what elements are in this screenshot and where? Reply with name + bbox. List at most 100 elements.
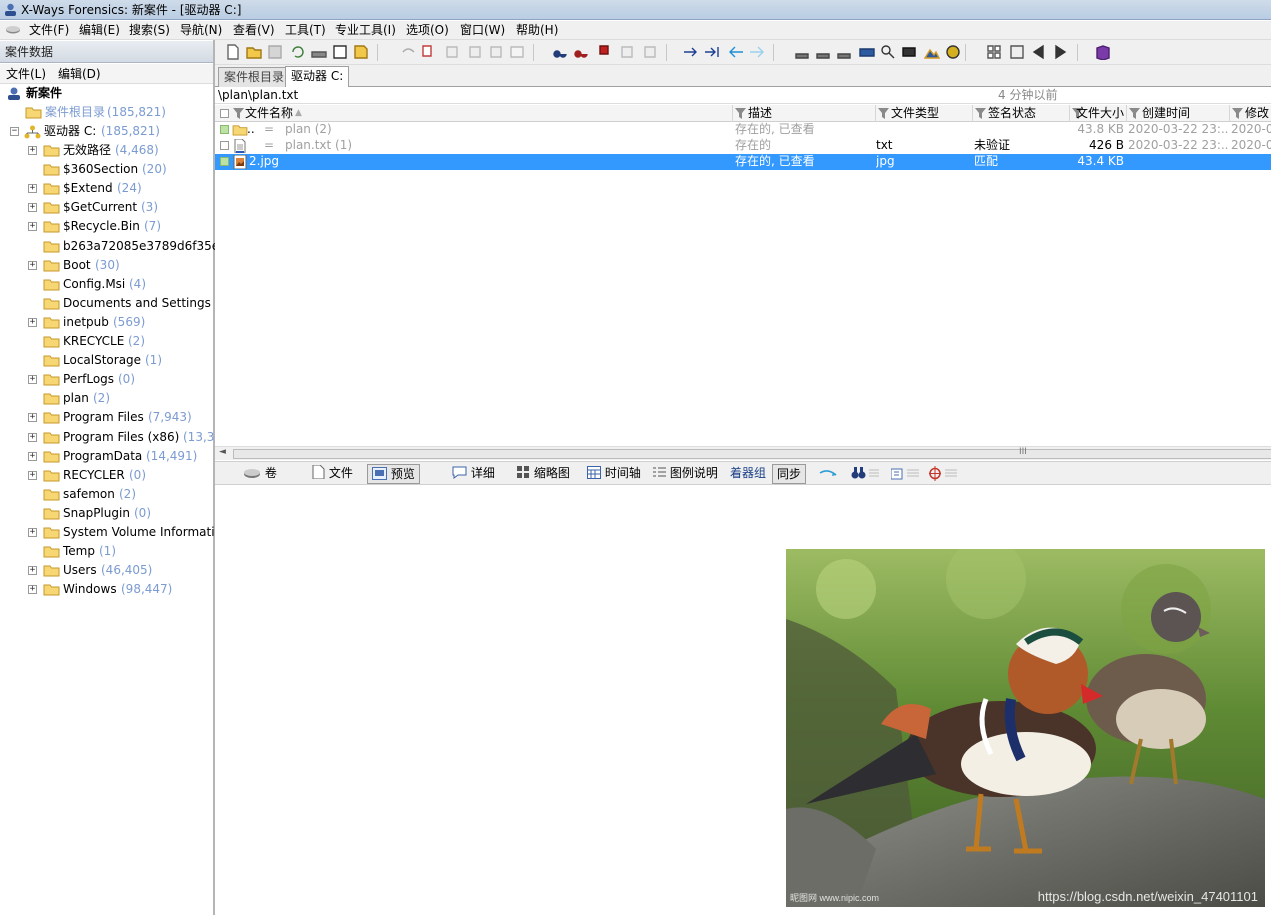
gallery-icon[interactable] bbox=[924, 44, 940, 60]
expand-toggle-icon[interactable]: + bbox=[28, 203, 37, 212]
case-menu-edit[interactable]: 编辑(D) bbox=[58, 66, 101, 82]
filter-icon[interactable] bbox=[1232, 108, 1243, 119]
select-all-checkbox[interactable] bbox=[220, 109, 229, 118]
new-file-icon[interactable] bbox=[225, 44, 241, 60]
tab-drive-c[interactable]: 驱动器 C: bbox=[285, 66, 350, 87]
sync-arrow-icon[interactable] bbox=[819, 468, 837, 480]
replace2-icon[interactable] bbox=[642, 44, 658, 60]
tool3-icon[interactable] bbox=[836, 44, 852, 60]
expand-toggle-icon[interactable]: + bbox=[28, 184, 37, 193]
expand-toggle-icon[interactable]: + bbox=[28, 222, 37, 231]
filter-icon[interactable] bbox=[735, 108, 746, 119]
tool1-icon[interactable] bbox=[794, 44, 810, 60]
table-row-selected[interactable]: 2.jpg 存在的, 已查看 jpg 匹配 43.4 KB bbox=[215, 154, 1271, 170]
expand-toggle-icon[interactable]: + bbox=[28, 261, 37, 270]
expand-toggle-icon[interactable]: + bbox=[28, 566, 37, 575]
collapse-toggle-icon[interactable]: − bbox=[10, 127, 19, 136]
filter-icon[interactable] bbox=[975, 108, 986, 119]
analyze-icon[interactable] bbox=[901, 44, 917, 60]
refresh-icon[interactable] bbox=[290, 44, 306, 60]
back-icon[interactable] bbox=[728, 44, 744, 60]
export-icon[interactable] bbox=[353, 44, 369, 60]
view-timeline-button[interactable]: 时间轴 bbox=[583, 464, 645, 484]
forward-icon[interactable] bbox=[749, 44, 765, 60]
find-text-icon[interactable] bbox=[552, 44, 568, 60]
col-filename[interactable]: 文件名称 ▲ bbox=[215, 105, 733, 122]
expand-toggle-icon[interactable]: + bbox=[28, 528, 37, 537]
filter-icon[interactable] bbox=[878, 108, 889, 119]
filter-icon[interactable] bbox=[1129, 108, 1140, 119]
expand-toggle-icon[interactable]: + bbox=[28, 433, 37, 442]
expand-toggle-icon[interactable]: + bbox=[28, 375, 37, 384]
target-icon[interactable] bbox=[929, 466, 959, 481]
open-icon[interactable] bbox=[246, 44, 262, 60]
scroll-thumb[interactable]: III bbox=[233, 447, 1271, 459]
copy-icon[interactable] bbox=[421, 44, 437, 60]
goto-icon[interactable] bbox=[683, 44, 699, 60]
menu-window[interactable]: 窗口(W) bbox=[460, 22, 505, 39]
case-menu-file[interactable]: 文件(L) bbox=[6, 66, 46, 82]
book-icon[interactable] bbox=[1095, 44, 1111, 60]
find-hex-icon[interactable] bbox=[573, 44, 589, 60]
goto-end-icon[interactable] bbox=[704, 44, 720, 60]
grid-icon[interactable] bbox=[986, 44, 1002, 60]
view-gallery-button[interactable]: 缩略图 bbox=[513, 464, 574, 484]
prev-icon[interactable] bbox=[1031, 44, 1047, 60]
menu-search[interactable]: 搜索(S) bbox=[129, 22, 170, 39]
expand-toggle-icon[interactable]: + bbox=[28, 146, 37, 155]
binary-icon[interactable] bbox=[509, 44, 525, 60]
expand-toggle-icon[interactable]: + bbox=[28, 471, 37, 480]
menu-view[interactable]: 查看(V) bbox=[233, 22, 275, 39]
menu-tools[interactable]: 工具(T) bbox=[285, 22, 326, 39]
menu-edit[interactable]: 编辑(E) bbox=[79, 22, 120, 39]
menu-navigate[interactable]: 导航(N) bbox=[180, 22, 222, 39]
undo-icon[interactable] bbox=[400, 44, 416, 60]
table-row[interactable]: .. = plan (2) 存在的, 已查看 43.8 KB 2020-03-2… bbox=[215, 122, 1271, 138]
replace-icon[interactable] bbox=[619, 44, 635, 60]
col-filesize[interactable]: 文件大小 bbox=[1070, 105, 1127, 122]
row-checkbox[interactable] bbox=[220, 141, 229, 150]
col-created[interactable]: 创建时间 bbox=[1127, 105, 1230, 122]
view-preview-button[interactable]: 预览 bbox=[367, 464, 420, 484]
view-legend-button[interactable]: 图例说明 bbox=[649, 464, 722, 484]
properties-icon[interactable] bbox=[332, 44, 348, 60]
expand-toggle-icon[interactable]: + bbox=[28, 318, 37, 327]
hash-settings-icon[interactable] bbox=[891, 466, 921, 481]
viewer-group-button[interactable]: 着器组 bbox=[726, 464, 770, 484]
paste-special-icon[interactable] bbox=[488, 44, 504, 60]
col-modified[interactable]: 修改 bbox=[1230, 105, 1271, 122]
col-signature[interactable]: 签名状态 bbox=[973, 105, 1070, 122]
next-icon[interactable] bbox=[1052, 44, 1068, 60]
sync-button[interactable]: 同步 bbox=[772, 464, 807, 484]
tool2-icon[interactable] bbox=[815, 44, 831, 60]
drive-menu-icon[interactable] bbox=[5, 25, 21, 35]
view-file-button[interactable]: 文件 bbox=[308, 464, 357, 484]
sync-icon[interactable] bbox=[945, 44, 961, 60]
menu-file[interactable]: 文件(F) bbox=[29, 22, 69, 39]
save-icon[interactable] bbox=[267, 44, 283, 60]
paste-icon[interactable] bbox=[467, 44, 483, 60]
find-hex2-icon[interactable] bbox=[596, 44, 612, 60]
row-checkbox[interactable] bbox=[220, 125, 229, 134]
col-filetype[interactable]: 文件类型 bbox=[876, 105, 973, 122]
binoculars-search-icon[interactable] bbox=[851, 466, 881, 481]
menu-options[interactable]: 选项(O) bbox=[406, 22, 449, 39]
horizontal-scrollbar[interactable]: ◄ III bbox=[215, 446, 1271, 460]
filter-icon[interactable] bbox=[233, 108, 244, 119]
tab-case-root[interactable]: 案件根目录 bbox=[218, 67, 291, 87]
menu-help[interactable]: 帮助(H) bbox=[516, 22, 558, 39]
col-description[interactable]: 描述 bbox=[733, 105, 876, 122]
expand-toggle-icon[interactable]: + bbox=[28, 585, 37, 594]
menu-pro-tools[interactable]: 专业工具(I) bbox=[335, 22, 396, 39]
row-checkbox[interactable] bbox=[220, 157, 229, 166]
calc-icon[interactable] bbox=[1009, 44, 1025, 60]
cut-icon[interactable] bbox=[444, 44, 460, 60]
scroll-left-icon[interactable]: ◄ bbox=[219, 447, 226, 457]
expand-toggle-icon[interactable]: + bbox=[28, 413, 37, 422]
ram-icon[interactable] bbox=[859, 44, 875, 60]
disk-icon[interactable] bbox=[311, 44, 327, 60]
view-volume-button[interactable]: 卷 bbox=[239, 464, 281, 484]
view-details-button[interactable]: 详细 bbox=[448, 464, 499, 484]
search-icon[interactable] bbox=[880, 44, 896, 60]
expand-toggle-icon[interactable]: + bbox=[28, 452, 37, 461]
